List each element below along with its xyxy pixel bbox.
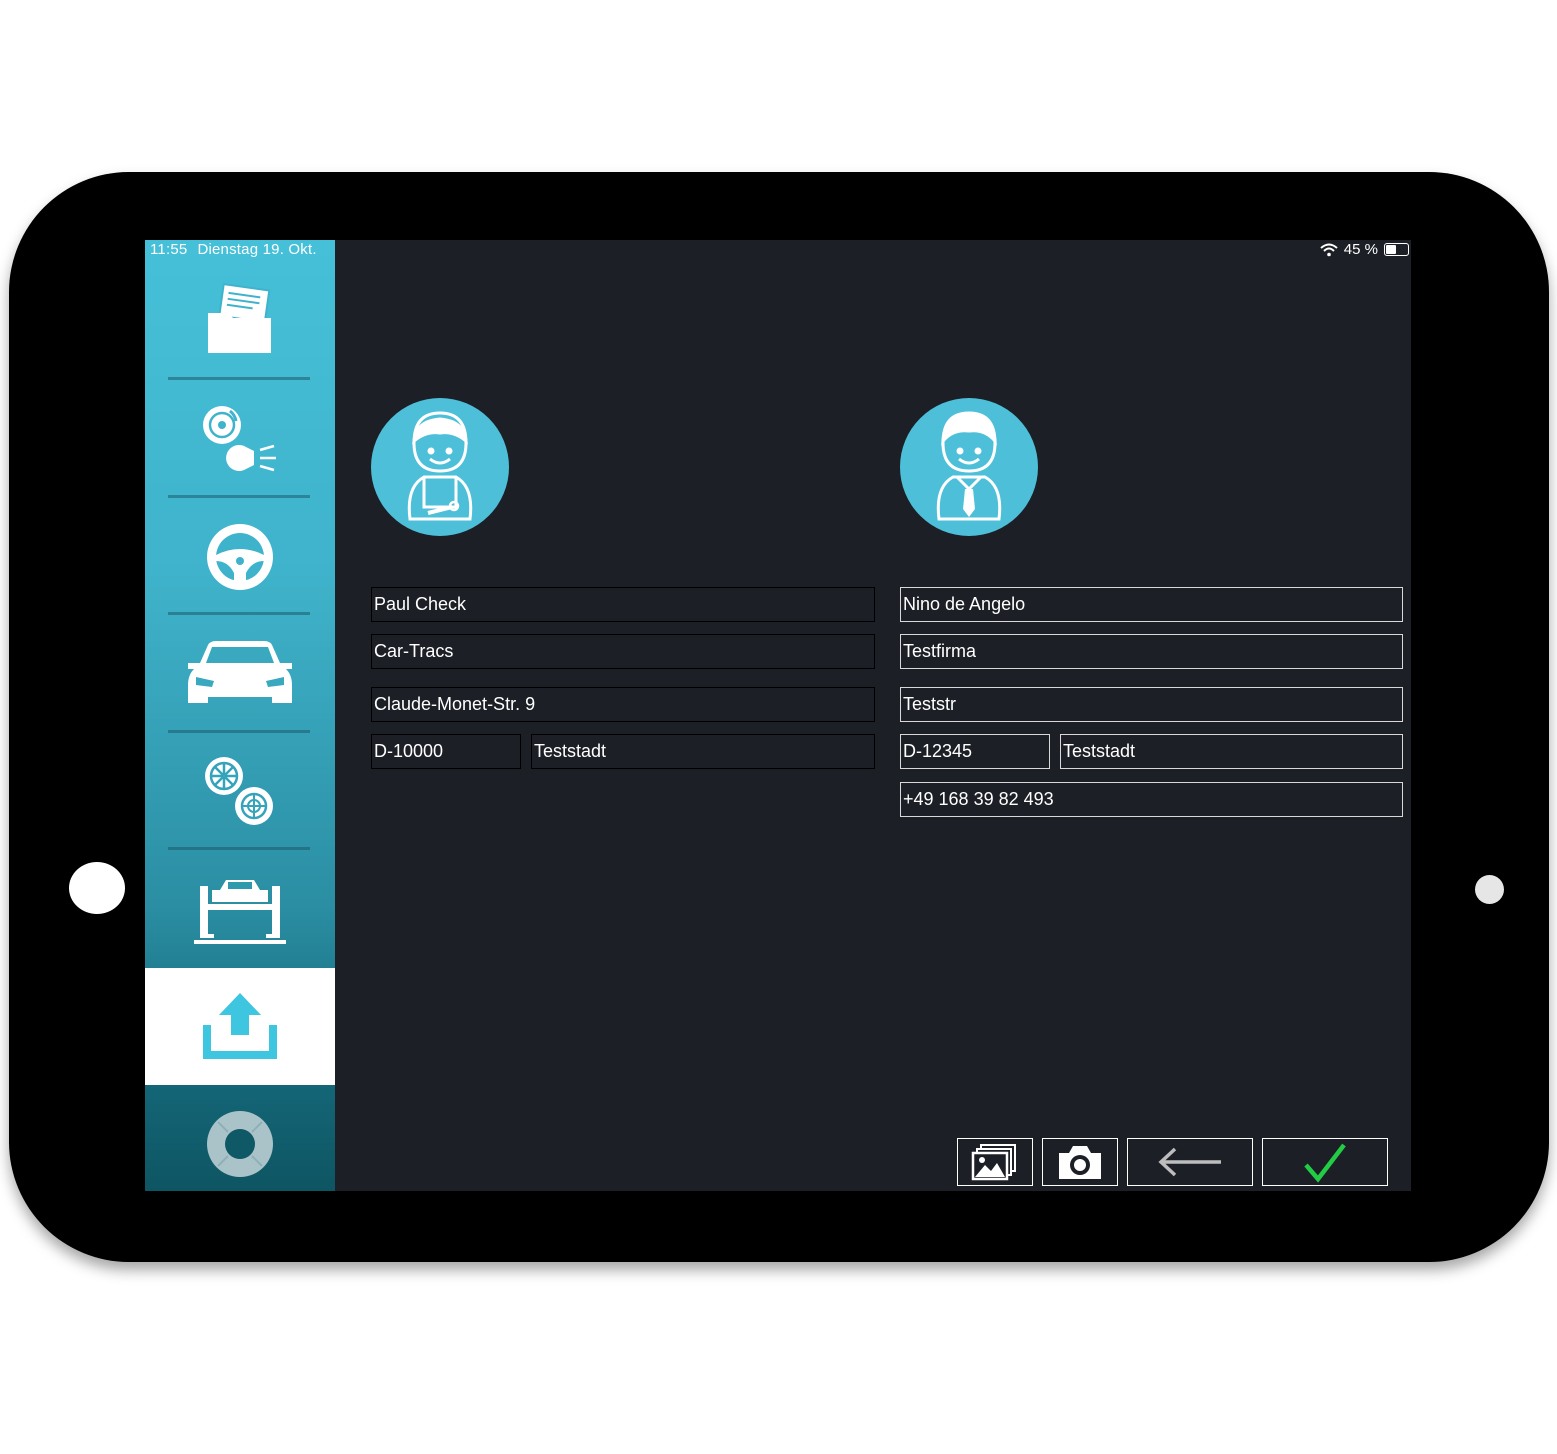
back-button[interactable] [1127,1138,1253,1186]
battery-icon [1384,243,1409,256]
status-date: Dienstag 19. Okt. [197,241,317,258]
sidebar-item-wheels[interactable] [145,733,335,850]
battery-level [1386,245,1397,254]
mechanic-avatar-icon [407,411,473,521]
lifebuoy-icon [207,1110,273,1177]
customer-city-field[interactable] [1060,734,1403,769]
sidebar-item-brakes-lights[interactable] [145,380,335,497]
mechanic-street-field[interactable] [371,687,875,722]
sidebar: 11:55 Dienstag 19. Okt. [145,240,335,1191]
status-time-date: 11:55 Dienstag 19. Okt. [150,241,327,258]
sidebar-item-upload[interactable] [145,968,335,1085]
folder-documents-icon [208,282,271,353]
camera-button[interactable] [1042,1138,1118,1186]
car-front-icon [188,640,292,703]
home-button[interactable] [69,862,125,914]
status-time: 11:55 [150,241,188,258]
customer-avatar-icon [936,411,1002,521]
wheels-icon [205,756,273,825]
mechanic-city-field[interactable] [531,734,875,769]
car-lift-icon [194,879,286,944]
sidebar-item-lifebuoy[interactable] [145,1085,335,1191]
battery-percent: 45 % [1343,241,1378,258]
camera-icon [1059,1146,1101,1179]
sidebar-item-lift[interactable] [145,850,335,967]
status-right: 45 % [1320,241,1411,258]
customer-zip-field[interactable] [900,734,1050,769]
front-camera [1475,875,1504,904]
gallery-button[interactable] [957,1138,1033,1186]
customer-company-field[interactable] [900,634,1403,669]
customer-name-field[interactable] [900,587,1403,622]
mechanic-name-field[interactable] [371,587,875,622]
app-screen: 11:55 Dienstag 19. Okt. 45 % Paul Check … [145,240,1411,1191]
brake-light-icon [203,405,276,471]
customer-street-field[interactable] [900,687,1403,722]
checkmark-icon [1304,1143,1346,1183]
arrow-left-icon [1158,1147,1221,1177]
upload-icon [203,992,277,1059]
sidebar-item-vehicle[interactable] [145,615,335,732]
mechanic-zip-field[interactable] [371,734,521,769]
sidebar-item-documents[interactable] [145,260,335,377]
customer-phone-field[interactable] [900,782,1403,817]
sidebar-item-steering[interactable] [145,498,335,615]
wifi-icon [1320,243,1338,256]
gallery-icon [971,1144,1016,1181]
mechanic-company-field[interactable] [371,634,875,669]
steering-wheel-icon [207,523,273,590]
confirm-button[interactable] [1262,1138,1388,1186]
customer-avatar [900,398,1038,536]
mechanic-avatar [371,398,509,536]
